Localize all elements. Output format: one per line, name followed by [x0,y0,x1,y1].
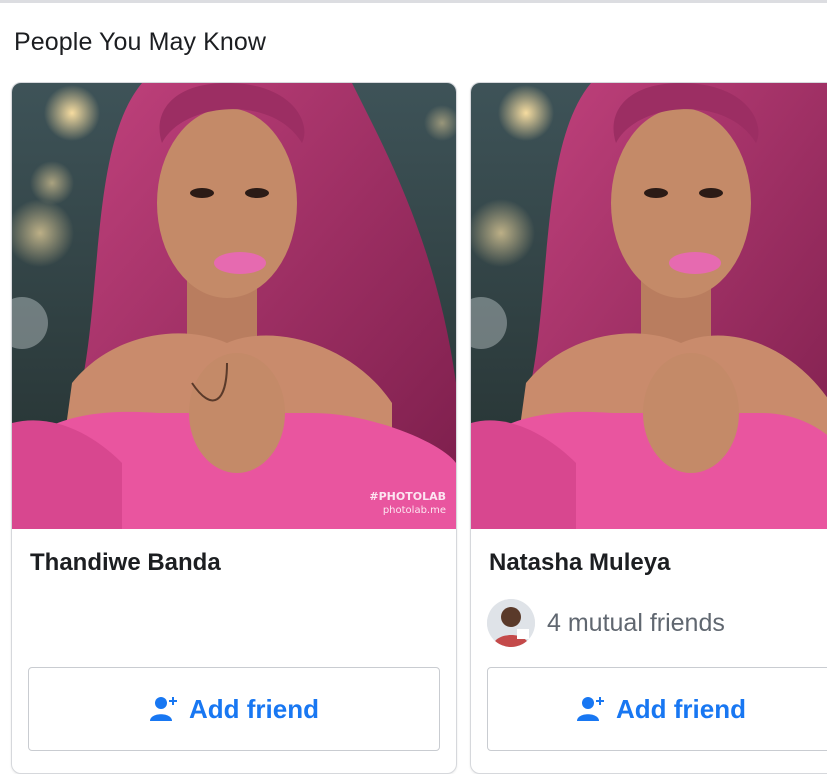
person-name[interactable]: Natasha Muleya [489,549,670,577]
profile-photo-image [471,83,827,529]
watermark-url: photolab.me [382,505,446,516]
top-divider [0,0,827,3]
person-name[interactable]: Thandiwe Banda [30,549,221,577]
person-card-1[interactable]: #PHOTOLAB photolab.me Thandiwe Banda Add… [11,82,457,774]
add-friend-icon [577,697,604,721]
profile-photo[interactable] [471,83,827,529]
person-card-2[interactable]: Natasha Muleya 4 mutual friends Add frie… [470,82,827,774]
add-friend-label: Add friend [189,693,319,724]
photo-watermark: #PHOTOLAB photolab.me [369,490,446,517]
mutual-friends-count: 4 mutual friends [547,608,725,637]
add-friend-button[interactable]: Add friend [28,667,440,751]
mutual-friend-avatar [487,599,535,647]
add-friend-button[interactable]: Add friend [487,667,827,751]
section-title: People You May Know [14,28,267,56]
profile-photo[interactable]: #PHOTOLAB photolab.me [12,83,456,529]
mutual-friends[interactable]: 4 mutual friends [487,599,725,647]
watermark-tag: #PHOTOLAB [369,489,446,503]
profile-photo-image [12,83,456,529]
add-friend-icon [150,697,177,721]
add-friend-label: Add friend [616,693,746,724]
